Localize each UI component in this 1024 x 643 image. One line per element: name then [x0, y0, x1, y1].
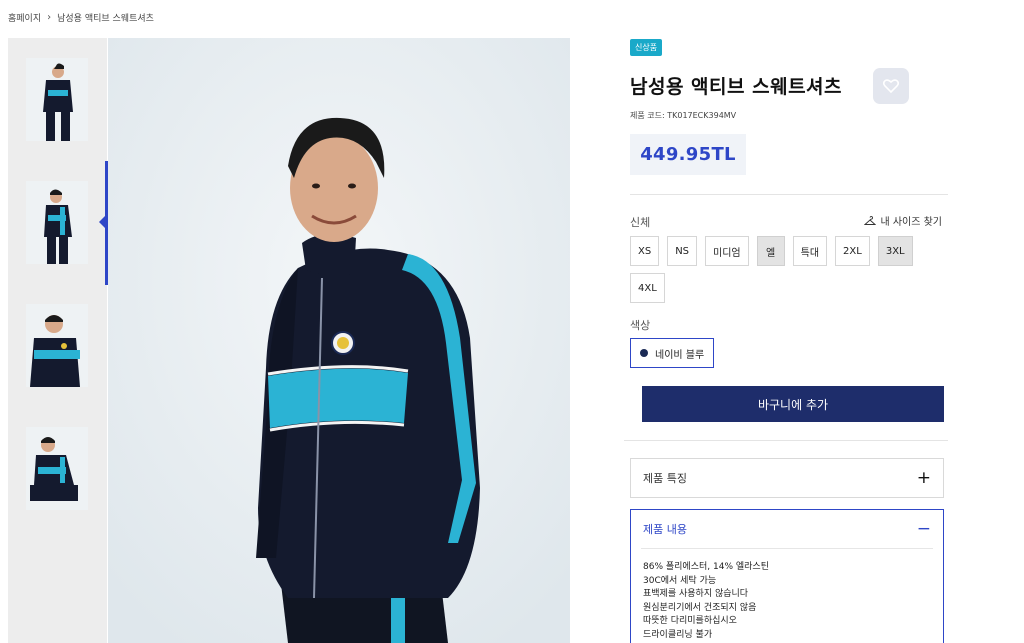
accordion-features-header[interactable]: 제품 특징 + [631, 459, 943, 497]
color-name: 네이비 블루 [655, 349, 705, 361]
minus-icon: − [916, 518, 931, 539]
size-option-2xl[interactable]: 2XL [835, 236, 870, 266]
chevron-right-icon: › [47, 12, 52, 23]
breadcrumb-current: 남성용 액티브 스웨트셔츠 [57, 14, 154, 24]
content-line: 표백제를 사용하지 않습니다 [643, 589, 749, 600]
active-thumbnail-arrow-icon [99, 215, 106, 229]
player-front-photo-icon [26, 58, 88, 141]
size-option-3xl[interactable]: 3XL [877, 236, 913, 266]
size-guide-label: 내 사이즈 찾기 [880, 217, 942, 228]
product-code: 제품 코드: TK017ECK394MV [630, 111, 737, 120]
size-options: XS NS 미디엄 엘 특대 2XL 3XL 4XL [630, 236, 940, 303]
product-price: 449.95TL [640, 144, 736, 165]
content-line: 따뜻한 다리미를하십시오 [643, 616, 737, 627]
color-option-navy[interactable]: 네이비 블루 [630, 338, 715, 368]
size-option-large[interactable]: 엘 [756, 236, 785, 266]
thumbnail-2[interactable] [26, 181, 88, 264]
accordion-content-header[interactable]: 제품 내용 − [631, 510, 943, 548]
product-content-list: 86% 폴리에스터, 14% 엘라스틴 30C에서 세탁 가능 표백제를 사용하… [631, 549, 943, 643]
plus-icon: + [916, 467, 931, 488]
size-label: 신체 [630, 216, 651, 229]
size-option-ns[interactable]: NS [667, 236, 698, 266]
divider [624, 440, 948, 441]
thumbnail-4[interactable] [26, 427, 88, 510]
player-seated-photo-icon [26, 427, 88, 510]
thumbnail-strip [8, 38, 107, 643]
size-option-xl[interactable]: 특대 [792, 236, 828, 266]
divider [630, 194, 948, 195]
new-product-badge: 신상품 [630, 39, 663, 56]
hanger-icon [864, 215, 877, 225]
favorite-button[interactable] [873, 68, 909, 104]
main-product-image[interactable] [108, 38, 570, 643]
player-side-photo-icon [26, 181, 88, 264]
breadcrumb-home-link[interactable]: 홈페이지 [8, 11, 41, 24]
breadcrumb: 홈페이지 › 남성용 액티브 스웨트셔츠 [8, 11, 154, 24]
color-label: 색상 [630, 319, 651, 332]
size-guide-link[interactable]: 내 사이즈 찾기 [864, 213, 942, 228]
accordion-product-features: 제품 특징 + [630, 458, 944, 498]
price-box: 449.95TL [630, 134, 746, 175]
accordion-content-title: 제품 내용 [643, 523, 687, 536]
accordion-features-title: 제품 특징 [643, 472, 687, 485]
product-title: 남성용 액티브 스웨트셔츠 [630, 76, 843, 98]
accordion-product-content: 제품 내용 − 86% 폴리에스터, 14% 엘라스틴 30C에서 세탁 가능 … [630, 509, 944, 643]
thumbnail-3[interactable] [26, 304, 88, 387]
thumbnail-1[interactable] [26, 58, 88, 141]
size-option-medium[interactable]: 미디엄 [705, 236, 749, 266]
content-line: 86% 폴리에스터, 14% 엘라스틴 [643, 562, 769, 572]
content-line: 원심분리기에서 건조되지 않음 [643, 602, 757, 613]
player-portrait-photo-icon [26, 304, 88, 387]
player-main-photo-icon [108, 38, 570, 643]
color-swatch-icon [640, 349, 648, 357]
add-to-cart-button[interactable]: 바구니에 추가 [642, 386, 944, 422]
heart-icon [883, 79, 899, 93]
content-line: 드라이클리닝 불가 [643, 629, 713, 640]
size-option-4xl[interactable]: 4XL [630, 273, 665, 303]
content-line: 30C에서 세탁 가능 [643, 575, 717, 586]
size-option-xs[interactable]: XS [630, 236, 660, 266]
